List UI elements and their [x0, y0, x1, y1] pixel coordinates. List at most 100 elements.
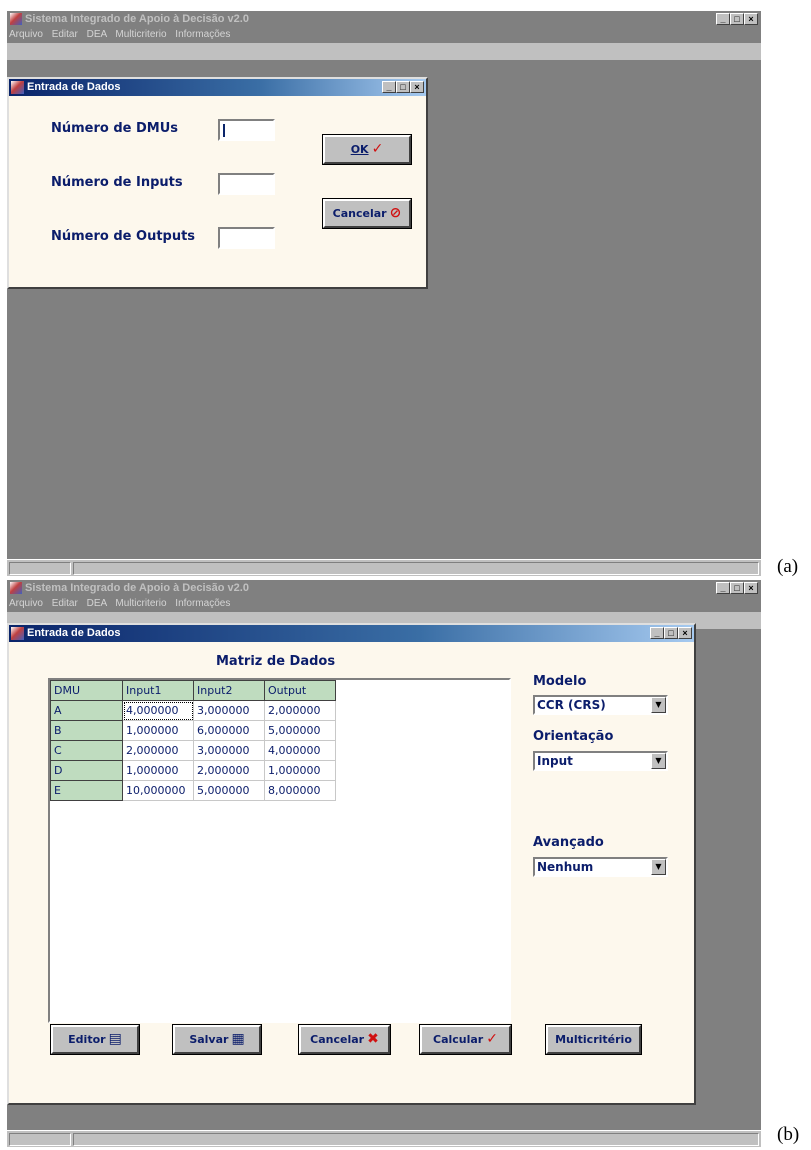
table-row: C 2,000000 3,000000 4,000000 [50, 740, 336, 761]
close-icon[interactable]: × [744, 13, 758, 25]
status-bar [7, 559, 761, 576]
app-window-b: Sistema Integrado de Apoio à Decisão v2.… [7, 580, 761, 1147]
table-cell[interactable]: 4,000000 [122, 700, 194, 721]
table-cell[interactable]: 1,000000 [122, 720, 194, 741]
maximize-icon[interactable]: □ [730, 13, 744, 25]
inputs-input[interactable] [218, 173, 275, 195]
dialog-title-bar: Entrada de Dados [9, 625, 694, 642]
maximize-icon[interactable]: □ [730, 582, 744, 594]
cancel-label: Cancelar [332, 207, 387, 220]
table-cell[interactable]: 6,000000 [193, 720, 265, 741]
editor-button[interactable]: Editor ▤ [50, 1024, 140, 1055]
minimize-icon[interactable]: _ [716, 582, 730, 594]
calcular-label: Calcular [433, 1033, 484, 1046]
row-header[interactable]: A [50, 700, 123, 721]
table-cell[interactable]: 3,000000 [193, 740, 265, 761]
table-cell[interactable]: 2,000000 [193, 760, 265, 781]
orientacao-select[interactable]: Input ▼ [533, 751, 668, 771]
table-cell[interactable]: 5,000000 [264, 720, 336, 741]
maximize-icon[interactable]: □ [396, 81, 410, 93]
table-cell[interactable]: 2,000000 [122, 740, 194, 761]
menu-informacoes[interactable]: Informações [175, 29, 230, 40]
table-cell[interactable]: 10,000000 [122, 780, 194, 801]
cancelar-label: Cancelar [310, 1033, 365, 1046]
app-title: Sistema Integrado de Apoio à Decisão v2.… [25, 582, 249, 594]
table-cell[interactable]: 5,000000 [193, 780, 265, 801]
app-logo-icon [10, 582, 22, 594]
calcular-button[interactable]: Calcular ✓ [419, 1024, 512, 1055]
close-icon[interactable]: × [678, 627, 692, 639]
menu-arquivo[interactable]: Arquivo [9, 29, 43, 40]
editor-icon: ▤ [108, 1031, 122, 1047]
column-header[interactable]: Output [264, 680, 336, 701]
entrada-dialog-a: Entrada de Dados _ □ × Número de DMUs Nú… [7, 77, 428, 289]
entrada-dialog-b: Entrada de Dados _ □ × Matriz de Dados D… [7, 623, 696, 1105]
save-icon: ▦ [231, 1031, 245, 1047]
status-panel [73, 1133, 759, 1146]
ok-button[interactable]: OK ✓ [322, 134, 412, 165]
row-header[interactable]: B [50, 720, 123, 741]
stop-icon: ⊘ [389, 205, 402, 221]
table-row: A 4,000000 3,000000 2,000000 [50, 700, 336, 721]
inputs-label: Número de Inputs [51, 175, 183, 190]
app-title: Sistema Integrado de Apoio à Decisão v2.… [25, 13, 249, 25]
checkmark-icon: ✓ [486, 1031, 498, 1047]
close-icon[interactable]: × [410, 81, 424, 93]
toolbar [7, 43, 761, 60]
dialog-title: Entrada de Dados [27, 81, 121, 93]
avancado-value: Nenhum [537, 860, 594, 874]
menu-arquivo[interactable]: Arquivo [9, 598, 43, 609]
data-matrix-grid[interactable]: DMU Input1 Input2 Output A 4,000000 3,00… [48, 678, 511, 1023]
multicriterio-button[interactable]: Multicritério [545, 1024, 642, 1055]
text-caret [223, 124, 225, 137]
x-icon: ✖ [367, 1031, 379, 1047]
dialog-logo-icon [11, 81, 24, 94]
modelo-value: CCR (CRS) [537, 698, 606, 712]
chevron-down-icon[interactable]: ▼ [651, 697, 666, 713]
row-header[interactable]: E [50, 780, 123, 801]
app-title-bar: Sistema Integrado de Apoio à Decisão v2.… [7, 11, 761, 27]
chevron-down-icon[interactable]: ▼ [651, 859, 666, 875]
menu-bar: Arquivo Editar DEA Multicriterio Informa… [7, 596, 761, 612]
dmus-label: Número de DMUs [51, 121, 179, 136]
menu-editar[interactable]: Editar [52, 29, 78, 40]
cancelar-button[interactable]: Cancelar ✖ [298, 1024, 391, 1055]
status-panel [73, 562, 759, 575]
orientacao-value: Input [537, 754, 573, 768]
column-header[interactable]: Input1 [122, 680, 194, 701]
menu-editar[interactable]: Editar [52, 598, 78, 609]
status-bar [7, 1130, 761, 1147]
chevron-down-icon[interactable]: ▼ [651, 753, 666, 769]
column-header[interactable]: DMU [50, 680, 123, 701]
menu-bar: Arquivo Editar DEA Multicriterio Informa… [7, 27, 761, 43]
table-cell[interactable]: 3,000000 [193, 700, 265, 721]
column-header[interactable]: Input2 [193, 680, 265, 701]
dmus-input[interactable] [218, 119, 275, 141]
row-header[interactable]: D [50, 760, 123, 781]
table-cell[interactable]: 4,000000 [264, 740, 336, 761]
minimize-icon[interactable]: _ [650, 627, 664, 639]
menu-multicriterio[interactable]: Multicriterio [115, 29, 166, 40]
avancado-select[interactable]: Nenhum ▼ [533, 857, 668, 877]
minimize-icon[interactable]: _ [382, 81, 396, 93]
dialog-title: Entrada de Dados [27, 627, 121, 639]
table-cell[interactable]: 1,000000 [264, 760, 336, 781]
menu-multicriterio[interactable]: Multicriterio [115, 598, 166, 609]
close-icon[interactable]: × [744, 582, 758, 594]
row-header[interactable]: C [50, 740, 123, 761]
table-cell[interactable]: 8,000000 [264, 780, 336, 801]
modelo-select[interactable]: CCR (CRS) ▼ [533, 695, 668, 715]
table-cell[interactable]: 1,000000 [122, 760, 194, 781]
status-panel [9, 1133, 71, 1146]
cancel-button[interactable]: Cancelar ⊘ [322, 198, 412, 229]
maximize-icon[interactable]: □ [664, 627, 678, 639]
table-cell[interactable]: 2,000000 [264, 700, 336, 721]
minimize-icon[interactable]: _ [716, 13, 730, 25]
menu-informacoes[interactable]: Informações [175, 598, 230, 609]
orientacao-label: Orientação [533, 729, 614, 744]
salvar-button[interactable]: Salvar ▦ [172, 1024, 262, 1055]
menu-dea[interactable]: DEA [87, 29, 107, 40]
menu-dea[interactable]: DEA [87, 598, 107, 609]
status-panel [9, 562, 71, 575]
outputs-input[interactable] [218, 227, 275, 249]
